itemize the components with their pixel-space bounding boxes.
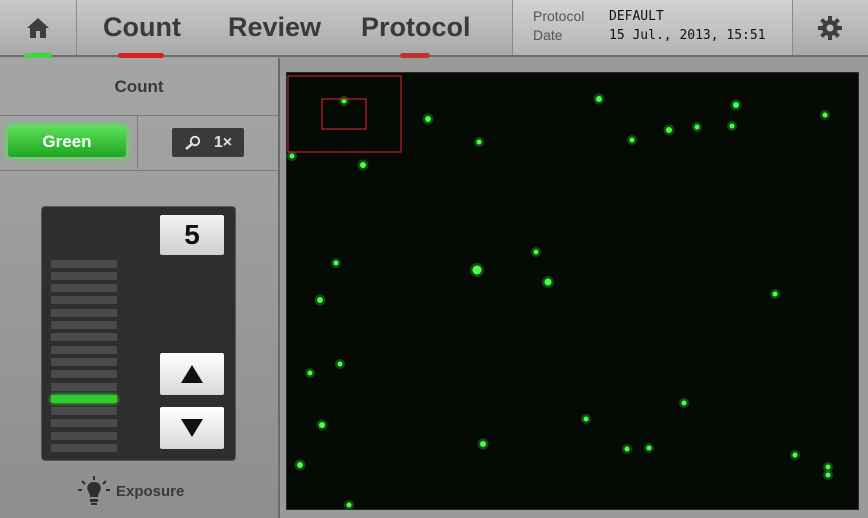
fluorescent-cell: [480, 441, 486, 447]
fluorescent-cell: [624, 446, 630, 452]
fluorescent-cell: [666, 127, 672, 133]
fluorescent-cell: [729, 123, 735, 129]
protocol-info: Protocol DEFAULT Date 15 Jul., 2013, 15:…: [512, 0, 793, 55]
fluorescent-cell: [533, 249, 539, 255]
fluorescent-cell: [472, 265, 482, 275]
exposure-up-button[interactable]: [160, 353, 224, 395]
fluorescent-cell: [297, 462, 303, 468]
fluorescent-cell: [317, 297, 323, 303]
overview-frame: [287, 75, 402, 153]
gear-icon: [818, 15, 842, 40]
fluorescent-cell: [544, 278, 552, 286]
exposure-bar: [51, 259, 117, 268]
fluorescent-cell: [822, 112, 828, 118]
exposure-bar: [51, 444, 117, 452]
home-icon: [27, 17, 49, 38]
magnifier-icon: [185, 135, 201, 150]
fluorescent-cell: [307, 370, 313, 376]
fluorescent-cell: [825, 472, 831, 478]
fluorescent-cell: [337, 361, 343, 367]
down-arrow-icon: [181, 419, 203, 437]
protocol-label: Protocol: [533, 8, 585, 24]
fluorescent-cell: [646, 445, 652, 451]
divider: [0, 170, 278, 171]
exposure-bar: [51, 357, 117, 366]
tab-count[interactable]: Count: [103, 0, 181, 55]
fluorescent-cell: [289, 153, 295, 159]
fluorescent-cell: [425, 116, 431, 122]
exposure-bar: [51, 370, 117, 379]
exposure-bar: [51, 345, 117, 354]
settings-button[interactable]: [792, 0, 868, 55]
control-panel: Count Green 1× 5 Exposure: [0, 58, 280, 518]
zoom-cell: 1×: [137, 115, 279, 169]
fluorescent-cell: [825, 464, 831, 470]
fluorescent-cell: [694, 124, 700, 130]
exposure-bar: [51, 382, 117, 391]
exposure-down-button[interactable]: [160, 407, 224, 449]
exposure-bar: [51, 271, 117, 280]
panel-title: Count: [0, 58, 278, 116]
fluorescent-cell: [733, 102, 739, 108]
exposure-bar: [51, 419, 117, 428]
fluorescent-cell: [792, 452, 798, 458]
home-button[interactable]: [0, 0, 77, 55]
exposure-bar: [51, 284, 117, 293]
zoom-button[interactable]: 1×: [172, 128, 244, 157]
fluorescent-cell: [319, 422, 325, 428]
lightbulb-icon: [78, 476, 110, 505]
exposure-label: Exposure: [116, 482, 185, 500]
date-label: Date: [533, 27, 563, 43]
zoom-label: 1×: [213, 133, 233, 151]
protocol-value: DEFAULT: [609, 9, 664, 24]
status-indicator-red: [400, 53, 430, 58]
cell-image: [287, 75, 833, 509]
fluorescent-cell: [360, 162, 366, 168]
exposure-bar: [51, 321, 117, 329]
fluorescent-cell: [681, 400, 687, 406]
fluorescent-cell: [596, 96, 602, 102]
exposure-bar: [51, 431, 117, 440]
fluorescent-cell: [346, 502, 352, 508]
fluorescent-cell: [629, 137, 635, 143]
fluorescent-cell: [583, 416, 589, 422]
tab-review[interactable]: Review: [228, 0, 321, 55]
date-value: 15 Jul., 2013, 15:51: [609, 28, 766, 43]
green-channel-button[interactable]: Green: [8, 126, 126, 157]
exposure-bar: [51, 296, 117, 305]
fluorescent-cell: [333, 260, 339, 266]
exposure-bar: [51, 308, 117, 317]
exposure-bar: [51, 333, 117, 342]
exposure-value: 5: [160, 215, 224, 255]
exposure-control: 5: [41, 206, 236, 461]
fluorescence-image-view[interactable]: [286, 72, 859, 510]
exposure-bar: [51, 394, 117, 403]
fluorescent-cell: [772, 291, 778, 297]
top-bar: Count Review Protocol Protocol DEFAULT D…: [0, 0, 868, 58]
up-arrow-icon: [181, 365, 203, 383]
fluorescent-cell: [476, 139, 482, 145]
tab-protocol[interactable]: Protocol: [361, 0, 471, 55]
exposure-bar: [51, 407, 117, 416]
exposure-caption: Exposure: [78, 476, 184, 506]
